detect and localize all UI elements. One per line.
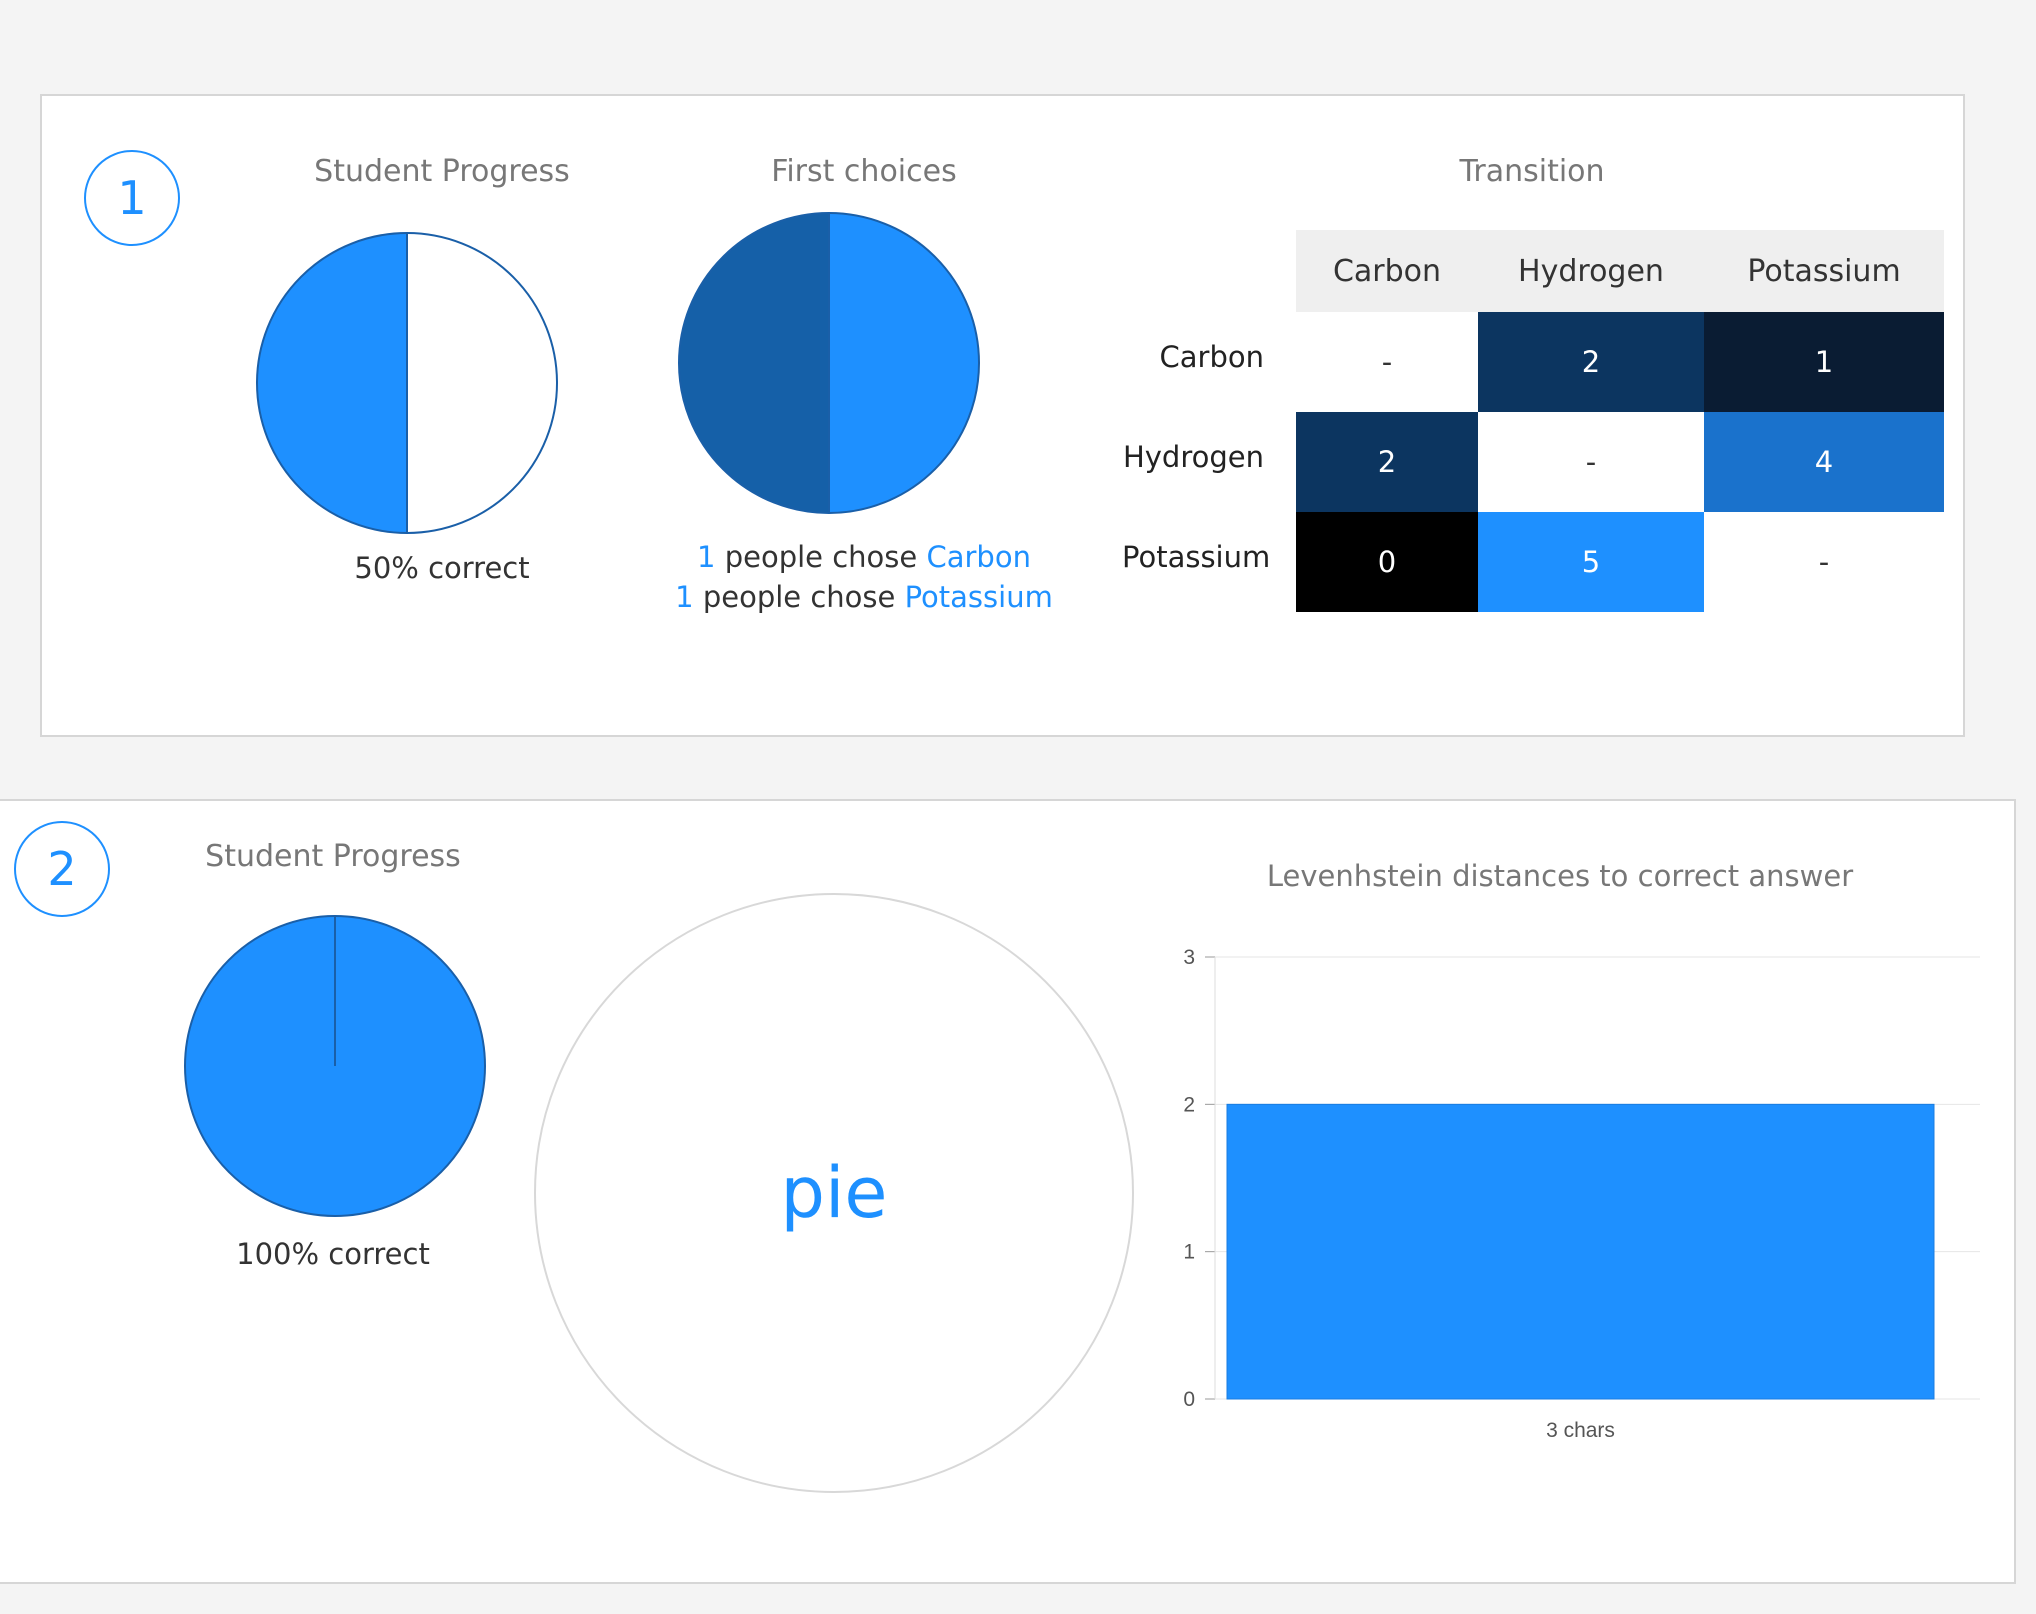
choice-name: Potassium bbox=[904, 580, 1053, 614]
matrix-cell: - bbox=[1296, 312, 1478, 412]
matrix-cell: 0 bbox=[1296, 512, 1478, 612]
x-axis-labels: 3 chars bbox=[1546, 1419, 1615, 1442]
choice-count: 1 bbox=[697, 540, 716, 574]
matrix-column-header: Hydrogen bbox=[1478, 230, 1704, 312]
y-tick-label: 1 bbox=[1183, 1241, 1195, 1264]
student-progress-title: Student Progress bbox=[205, 839, 461, 874]
first-choice-line: 1 people chose Potassium bbox=[624, 580, 1104, 614]
pie-slice-carbon bbox=[829, 213, 979, 513]
y-tick-label: 2 bbox=[1183, 1093, 1195, 1116]
bar bbox=[1226, 1103, 1935, 1400]
choice-text: people chose bbox=[702, 580, 896, 614]
y-tick-label: 3 bbox=[1183, 946, 1195, 969]
first-choices-title: First choices bbox=[771, 154, 957, 189]
x-tick-label: 3 chars bbox=[1546, 1419, 1615, 1442]
student-progress-pie bbox=[256, 232, 558, 534]
first-choice-line: 1 people chose Carbon bbox=[624, 540, 1104, 574]
matrix-cell: 2 bbox=[1478, 312, 1704, 412]
matrix-row-label: Carbon bbox=[1159, 340, 1264, 374]
choice-name: Carbon bbox=[926, 540, 1031, 574]
student-progress-pie bbox=[184, 915, 486, 1217]
matrix-cell: 4 bbox=[1704, 412, 1944, 512]
bars bbox=[1226, 1103, 1935, 1400]
matrix-column-header: Potassium bbox=[1704, 230, 1944, 312]
first-choices-pie bbox=[678, 212, 980, 514]
student-progress-title: Student Progress bbox=[314, 154, 570, 189]
question-number-badge: 1 bbox=[84, 150, 180, 246]
progress-caption: 100% correct bbox=[236, 1237, 430, 1271]
pie-placeholder: pie bbox=[534, 893, 1134, 1493]
matrix-row-label: Hydrogen bbox=[1122, 440, 1264, 474]
pie-slice-correct bbox=[257, 233, 407, 533]
transition-title: Transition bbox=[1459, 154, 1605, 189]
matrix-column-header: Carbon bbox=[1296, 230, 1478, 312]
progress-caption: 50% correct bbox=[354, 551, 530, 585]
y-tick-label: 0 bbox=[1183, 1388, 1195, 1411]
matrix-cell: 1 bbox=[1704, 312, 1944, 412]
y-axis: 0 1 2 3 bbox=[1183, 946, 1216, 1411]
matrix-cell: 2 bbox=[1296, 412, 1478, 512]
levenshtein-bar-chart: 0 1 2 3 3 chars bbox=[1183, 946, 1980, 1442]
matrix-cell: 5 bbox=[1478, 512, 1704, 612]
matrix-cell: - bbox=[1478, 412, 1704, 512]
question-card-2: 2 Student Progress 100% correct pie Leve… bbox=[0, 799, 2016, 1584]
choice-count: 1 bbox=[675, 580, 694, 614]
pie-slice-incorrect bbox=[407, 233, 557, 533]
matrix-row-label: Potassium bbox=[1122, 540, 1271, 574]
pie-slice-potassium bbox=[679, 213, 829, 513]
choice-text: people chose bbox=[724, 540, 918, 574]
matrix-cell: - bbox=[1704, 512, 1944, 612]
question-card-1: 1 Student Progress 50% correct First cho… bbox=[40, 94, 1965, 737]
